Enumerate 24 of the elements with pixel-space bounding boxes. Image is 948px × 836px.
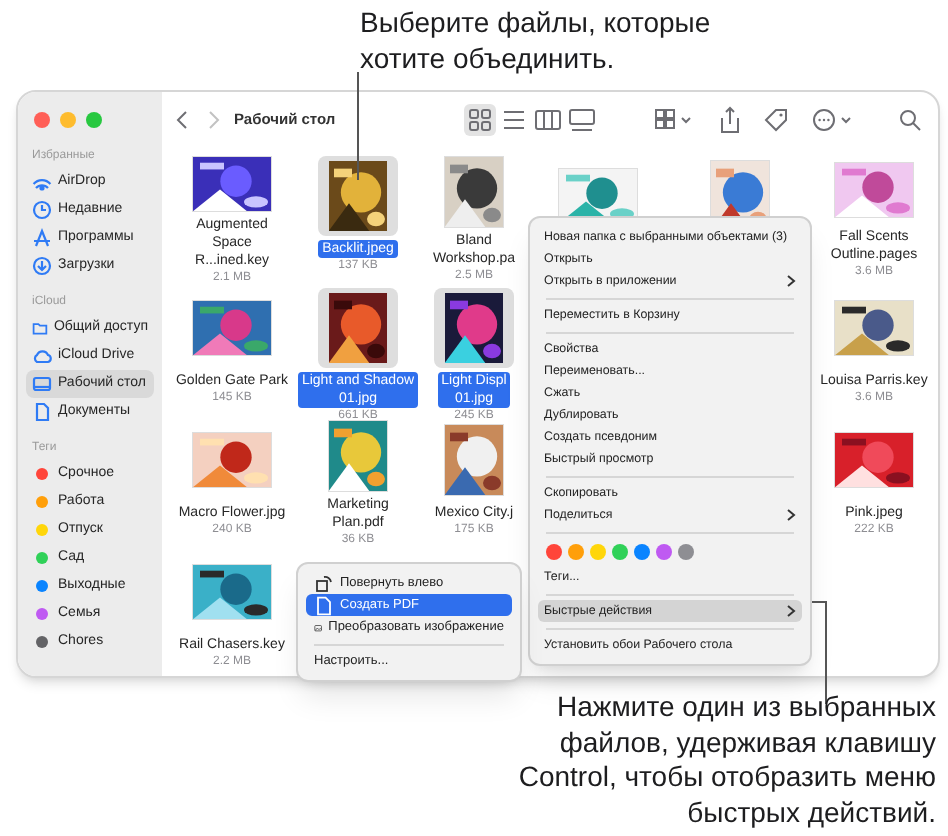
zoom-button[interactable] xyxy=(86,112,102,128)
leader-line xyxy=(354,72,362,180)
tag-button[interactable] xyxy=(762,106,790,134)
desktop-icon xyxy=(32,374,52,394)
clock-icon xyxy=(32,200,52,220)
group-button[interactable] xyxy=(654,106,694,134)
cloud-icon xyxy=(32,346,52,366)
search-button[interactable] xyxy=(898,108,922,132)
document-icon xyxy=(314,595,334,615)
callout-text: Выберите файлы, которые хотите объединить. xyxy=(360,4,713,76)
close-button[interactable] xyxy=(34,112,50,128)
apps-icon xyxy=(32,228,52,248)
download-icon xyxy=(32,256,52,276)
forward-button[interactable] xyxy=(206,108,222,132)
icon-view-button[interactable] xyxy=(464,104,496,136)
document-icon xyxy=(32,402,52,422)
column-view-button[interactable] xyxy=(532,104,564,136)
share-button[interactable] xyxy=(718,106,742,134)
callout-text: Нажмите один из выбранных файлов, удерживая клавишу Control, чтобы отобразить меню быстрых действий. xyxy=(516,690,936,830)
gallery-view-button[interactable] xyxy=(566,104,598,136)
rotate-icon xyxy=(314,573,334,593)
folder-icon xyxy=(32,318,48,338)
back-button[interactable] xyxy=(174,108,190,132)
more-button[interactable] xyxy=(810,106,854,134)
